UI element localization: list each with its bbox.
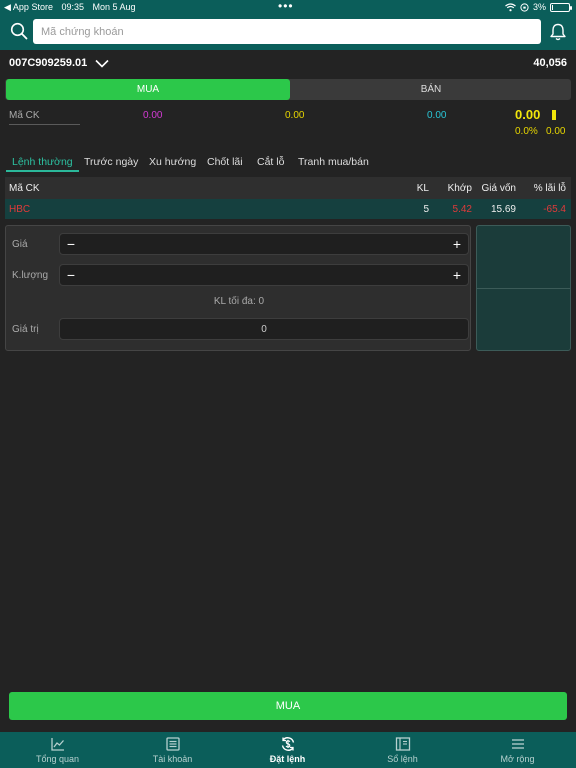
order-type-tabs: Lệnh thường Trước ngày Xu hướng Chốt lãi… (5, 156, 571, 174)
quantity-label: K.lượng (12, 270, 49, 281)
account-balance: 40,056 (533, 57, 567, 69)
quantity-stepper[interactable]: − + (59, 264, 469, 286)
order-value: 0 (261, 324, 267, 335)
symbol-label[interactable]: Mã CK (9, 110, 80, 125)
battery-percent: 3% (532, 2, 546, 12)
price-change: 0.00 (546, 126, 566, 137)
max-quantity-text: KL tối đa: 0 (213, 296, 265, 307)
col-match: Khớp (447, 183, 472, 194)
search-input[interactable] (33, 19, 541, 44)
chevron-down-icon (95, 59, 109, 68)
value-label: Giá trị (12, 324, 39, 335)
table-row[interactable]: HBC 5 5.42 15.69 -65.4 (5, 199, 571, 219)
price-stepper[interactable]: − + (59, 233, 469, 255)
row-match: 5.42 (452, 204, 472, 215)
search-icon[interactable] (10, 22, 28, 40)
tab-competitive-order[interactable]: Tranh mua/bán (298, 156, 369, 172)
col-cost: Giá vốn (481, 183, 516, 194)
col-symbol: Mã CK (9, 183, 40, 194)
current-price: 0.00 (515, 107, 541, 122)
status-time: 09:35 (61, 2, 84, 12)
tab-take-profit[interactable]: Chốt lãi (207, 156, 243, 172)
nav-place-order[interactable]: Đặt lệnh (230, 732, 345, 768)
row-cost: 15.69 (490, 204, 516, 215)
menu-icon (511, 739, 524, 749)
battery-icon (550, 2, 572, 12)
orientation-lock-icon (520, 2, 529, 12)
nav-overview[interactable]: Tổng quan (0, 732, 115, 768)
row-pnl: -65.4 (543, 204, 566, 215)
wifi-icon (505, 2, 516, 11)
account-id: 007C909259.01 (9, 57, 88, 69)
multitask-dots-icon[interactable]: ••• (278, 0, 294, 13)
reference-price: 0.00 (285, 110, 305, 121)
book-icon (395, 737, 410, 751)
row-symbol: HBC (9, 204, 31, 215)
ceiling-price: 0.00 (143, 110, 163, 121)
price-label: Giá (12, 239, 28, 250)
tab-trend-order[interactable]: Xu hướng (149, 156, 196, 172)
bottom-nav: Tổng quan Tài khoản Đặt lệnh Sổ lệnh Mở … (0, 732, 576, 768)
submit-buy-button[interactable]: MUA (9, 692, 567, 720)
tab-stop-loss[interactable]: Cắt lỗ (257, 156, 284, 172)
price-decrement-button[interactable]: − (64, 236, 78, 252)
bell-icon[interactable] (548, 22, 568, 42)
chart-line-icon (50, 738, 64, 751)
floor-price: 0.00 (427, 110, 447, 121)
row-qty: 5 (423, 204, 429, 215)
sell-tab-button[interactable]: BÁN (291, 79, 571, 100)
ledger-icon (165, 737, 180, 751)
order-value-field: 0 (59, 318, 469, 340)
order-book-panel (476, 225, 571, 351)
panel-divider (477, 288, 570, 289)
nav-account[interactable]: Tài khoản (115, 732, 230, 768)
buy-sell-toggle: MUA BÁN (5, 79, 571, 100)
order-form: Giá − + K.lượng − + KL tối đa: 0 Giá trị… (5, 225, 471, 351)
quantity-increment-button[interactable]: + (450, 267, 464, 283)
tab-advance-order[interactable]: Trước ngày (84, 156, 138, 172)
back-to-app-store[interactable]: ◀ App Store (4, 2, 53, 12)
tab-normal-order[interactable]: Lệnh thường (6, 156, 79, 172)
quantity-decrement-button[interactable]: − (64, 267, 78, 283)
app-header: ◀ App Store 09:35 Mon 5 Aug ••• 3% (0, 0, 576, 50)
nav-order-book[interactable]: Sổ lệnh (345, 732, 460, 768)
status-date: Mon 5 Aug (92, 2, 136, 12)
price-increment-button[interactable]: + (450, 236, 464, 252)
nav-more[interactable]: Mở rộng (460, 732, 575, 768)
account-selector[interactable]: 007C909259.01 (9, 57, 109, 69)
holdings-table: Mã CK KL Khớp Giá vốn % lãi lỗ HBC 5 5.4… (5, 177, 571, 220)
col-qty: KL (416, 183, 429, 194)
price-indicator-bar (552, 110, 556, 120)
col-pnl: % lãi lỗ (533, 183, 566, 194)
table-header: Mã CK KL Khớp Giá vốn % lãi lỗ (5, 177, 571, 199)
buy-tab-button[interactable]: MUA (6, 79, 290, 100)
status-bar: ◀ App Store 09:35 Mon 5 Aug ••• 3% (0, 0, 576, 14)
dollar-cycle-icon (281, 737, 294, 751)
price-change-percent: 0.0% (515, 126, 538, 137)
